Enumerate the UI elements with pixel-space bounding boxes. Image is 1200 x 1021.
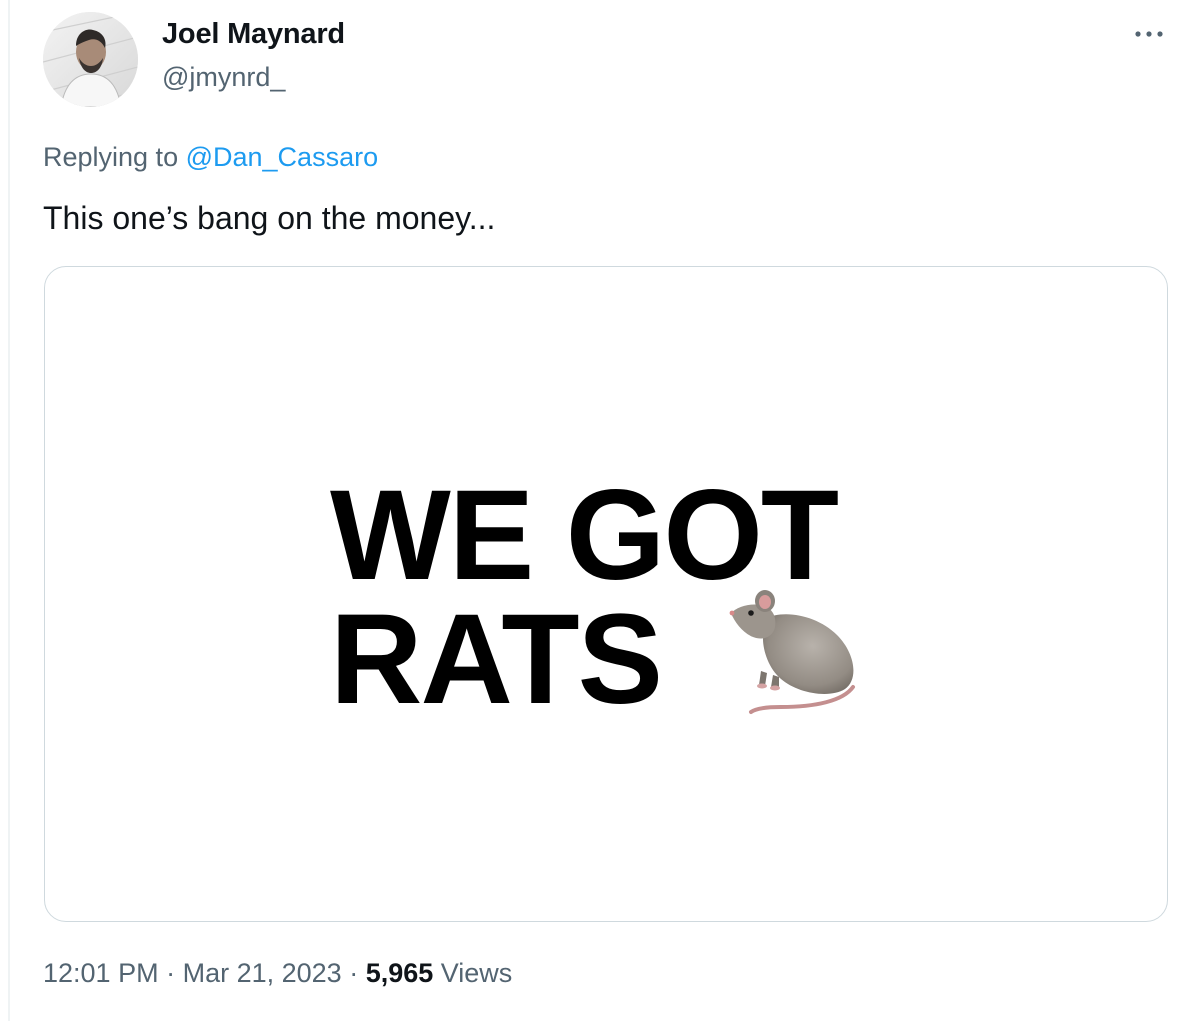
replying-to: Replying to @Dan_Cassaro (43, 142, 378, 173)
author-display-name[interactable]: Joel Maynard (162, 18, 345, 51)
author-handle[interactable]: @jmynrd_ (162, 62, 285, 93)
timeline-border (8, 0, 10, 1021)
views-count: 5,965 (365, 958, 434, 988)
tweet-text: This one’s bang on the money... (43, 200, 496, 236)
meta-separator: · (341, 958, 366, 988)
rat-emoji-icon (729, 590, 855, 714)
replying-to-label: Replying to (43, 142, 186, 172)
tweet-media[interactable]: WE GOT RATS (44, 266, 1168, 922)
media-text-line-1: WE GOT (330, 464, 839, 607)
avatar[interactable] (43, 12, 138, 107)
tweet-meta: 12:01 PM · Mar 21, 2023 · 5,965 Views (43, 958, 512, 989)
tweet-time[interactable]: 12:01 PM (43, 958, 159, 988)
tweet-date[interactable]: Mar 21, 2023 (183, 958, 342, 988)
avatar-photo (43, 12, 138, 107)
more-button[interactable] (1124, 14, 1174, 54)
reply-mention-link[interactable]: @Dan_Cassaro (186, 142, 379, 172)
views-label: Views (433, 958, 513, 988)
media-text-line-2: RATS (330, 588, 663, 731)
more-horizontal-icon (1135, 31, 1163, 37)
meta-separator: · (158, 958, 183, 988)
